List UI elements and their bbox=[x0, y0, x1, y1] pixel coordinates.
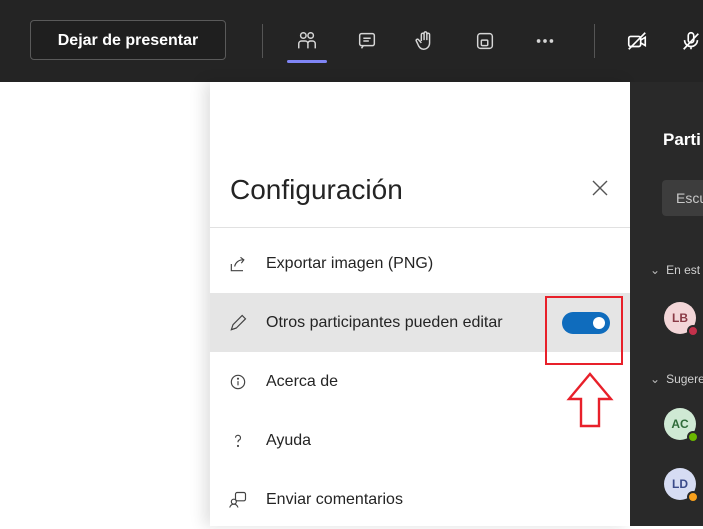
toolbar-divider bbox=[594, 24, 595, 58]
info-icon bbox=[226, 370, 250, 394]
more-icon[interactable] bbox=[530, 26, 560, 56]
section-label: En est bbox=[666, 263, 701, 277]
menu-item-label: Exportar imagen (PNG) bbox=[266, 254, 434, 272]
about-item[interactable]: Acerca de bbox=[210, 352, 630, 411]
camera-off-icon[interactable] bbox=[622, 26, 652, 56]
active-tab-indicator bbox=[287, 60, 327, 63]
status-badge bbox=[687, 491, 699, 503]
avatar[interactable]: AC bbox=[664, 408, 699, 443]
status-badge bbox=[687, 325, 699, 337]
settings-panel: Configuración Exportar imagen (PNG) Otro… bbox=[210, 82, 630, 526]
toolbar-divider bbox=[262, 24, 263, 58]
avatar[interactable]: LD bbox=[664, 468, 699, 503]
send-feedback-item[interactable]: Enviar comentarios bbox=[210, 470, 630, 529]
chevron-down-icon: ⌄ bbox=[650, 263, 661, 277]
participants-title: Parti bbox=[663, 130, 701, 149]
people-icon[interactable] bbox=[292, 26, 322, 56]
avatar-initials: LB bbox=[672, 311, 688, 325]
section-header-in-meeting[interactable]: ⌄ En est bbox=[650, 263, 700, 277]
raise-hand-icon[interactable] bbox=[410, 26, 440, 56]
whiteboard-canvas[interactable] bbox=[0, 82, 210, 526]
participants-search-input[interactable]: Escu bbox=[662, 180, 703, 216]
avatar-initials: LD bbox=[672, 477, 688, 491]
mic-off-icon[interactable] bbox=[676, 26, 703, 56]
export-image-item[interactable]: Exportar imagen (PNG) bbox=[210, 234, 630, 293]
menu-item-label: Enviar comentarios bbox=[266, 490, 403, 508]
section-label: Sugere bbox=[666, 372, 703, 386]
chat-icon[interactable] bbox=[352, 26, 382, 56]
others-can-edit-item[interactable]: Otros participantes pueden editar bbox=[210, 293, 630, 428]
close-icon[interactable] bbox=[588, 176, 612, 200]
chevron-down-icon: ⌄ bbox=[650, 372, 661, 386]
breakout-rooms-icon[interactable] bbox=[470, 26, 500, 56]
stop-presenting-button[interactable]: Dejar de presentar bbox=[30, 20, 226, 60]
section-header-suggestions[interactable]: ⌄ Sugere bbox=[650, 372, 703, 386]
status-badge bbox=[687, 431, 699, 443]
menu-item-label: Acerca de bbox=[266, 372, 339, 390]
export-icon bbox=[226, 252, 250, 276]
help-item[interactable]: Ayuda bbox=[210, 411, 630, 470]
menu-item-label: Otros participantes pueden editar bbox=[266, 313, 503, 331]
meeting-toolbar: Dejar de presentar bbox=[0, 0, 703, 82]
divider bbox=[210, 227, 630, 228]
settings-title: Configuración bbox=[230, 174, 403, 205]
avatar-initials: AC bbox=[671, 417, 689, 431]
pencil-icon bbox=[226, 311, 250, 335]
feedback-icon bbox=[226, 488, 250, 512]
participants-panel: Parti Escu ⌄ En est LB ⌄ Sugere AC LD bbox=[630, 82, 703, 526]
help-icon bbox=[226, 429, 250, 453]
avatar[interactable]: LB bbox=[664, 302, 699, 337]
menu-item-label: Ayuda bbox=[266, 431, 312, 449]
